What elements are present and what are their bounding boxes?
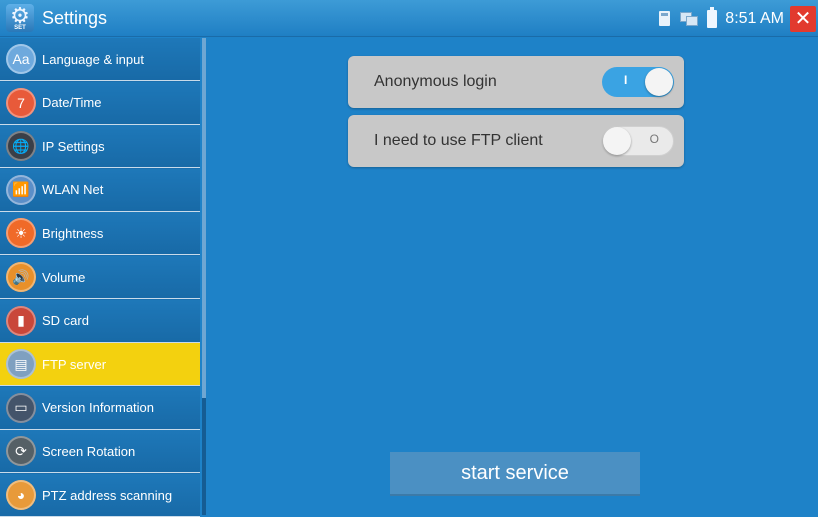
sidebar-item-screen-rotation[interactable]: ⟳ Screen Rotation — [0, 430, 200, 474]
sidebar-item-label: Screen Rotation — [42, 443, 136, 459]
app-title: Settings — [42, 7, 108, 28]
sidebar-item-version-information[interactable]: ▭ Version Information — [0, 386, 200, 430]
sidebar-scrollbar[interactable] — [202, 38, 206, 515]
battery-icon — [707, 6, 718, 28]
gear-icon: ⚙ — [10, 3, 30, 28]
globe-icon: 🌐 — [6, 131, 36, 162]
sidebar-item-label: PTZ address scanning — [42, 487, 173, 503]
sidebar-item-label: Language & input — [42, 51, 144, 67]
anonymous-login-toggle[interactable]: I — [602, 67, 674, 97]
toggle-on-mark: I — [624, 73, 628, 87]
sidebar-item-ptz-address-scanning[interactable]: ◕ PTZ address scanning — [0, 474, 200, 517]
brightness-icon: ☀ — [6, 218, 36, 249]
sd-card-status-icon — [659, 11, 671, 26]
wifi-antenna-icon: 📶 — [6, 174, 36, 205]
sidebar-item-label: Brightness — [42, 225, 104, 241]
sidebar-item-wlan-net[interactable]: 📶 WLAN Net — [0, 168, 200, 212]
ftp-client-toggle[interactable]: O — [602, 126, 674, 156]
sd-card-icon: ▮ — [6, 305, 36, 336]
anonymous-login-row[interactable]: Anonymous login I — [348, 56, 684, 108]
ftp-client-row[interactable]: I need to use FTP client O — [348, 115, 684, 167]
toggle-off-mark: O — [649, 132, 659, 146]
sidebar-item-volume[interactable]: 🔊 Volume — [0, 256, 200, 299]
sidebar-item-label: SD card — [42, 313, 89, 329]
ptz-camera-icon: ◕ — [6, 480, 36, 510]
sidebar-item-ip-settings[interactable]: 🌐 IP Settings — [0, 125, 200, 169]
network-status-icon — [680, 11, 699, 26]
sidebar-item-label: WLAN Net — [42, 182, 104, 198]
sidebar-item-label: FTP server — [42, 356, 107, 372]
toggle-knob — [645, 68, 673, 96]
screen-rotation-icon: ⟳ — [6, 436, 36, 467]
option-label: Anonymous login — [374, 73, 497, 90]
ftp-server-icon: ▤ — [6, 349, 36, 380]
sidebar-item-label: IP Settings — [42, 138, 105, 154]
sidebar-item-brightness[interactable]: ☀ Brightness — [0, 212, 200, 256]
close-icon[interactable]: ✕ — [790, 5, 816, 32]
scrollbar-thumb[interactable] — [202, 38, 206, 398]
sidebar-item-label: Date/Time — [42, 95, 102, 111]
sidebar-item-language-input[interactable]: Aa Language & input — [0, 38, 200, 81]
start-service-button[interactable]: start service — [390, 452, 640, 496]
status-area: 8:51 AM ✕ — [659, 0, 818, 37]
option-label: I need to use FTP client — [374, 132, 543, 149]
language-icon: Aa — [6, 44, 36, 74]
calendar-icon: 7 — [6, 87, 36, 118]
sidebar-item-sd-card[interactable]: ▮ SD card — [0, 299, 200, 343]
sidebar-item-ftp-server[interactable]: ▤ FTP server — [0, 343, 200, 387]
sidebar-item-label: Volume — [42, 269, 86, 285]
toggle-knob — [603, 127, 631, 155]
sidebar-item-date-time[interactable]: 7 Date/Time — [0, 81, 200, 125]
clock: 8:51 AM — [725, 9, 784, 27]
settings-app-icon: ⚙ SET — [6, 4, 34, 32]
title-bar: ⚙ SET Settings 8:51 AM ✕ — [0, 0, 818, 37]
app-icon-caption: SET — [14, 25, 26, 31]
sidebar-item-label: Version Information — [42, 400, 155, 416]
version-info-icon: ▭ — [6, 392, 36, 423]
volume-icon: 🔊 — [6, 262, 36, 292]
